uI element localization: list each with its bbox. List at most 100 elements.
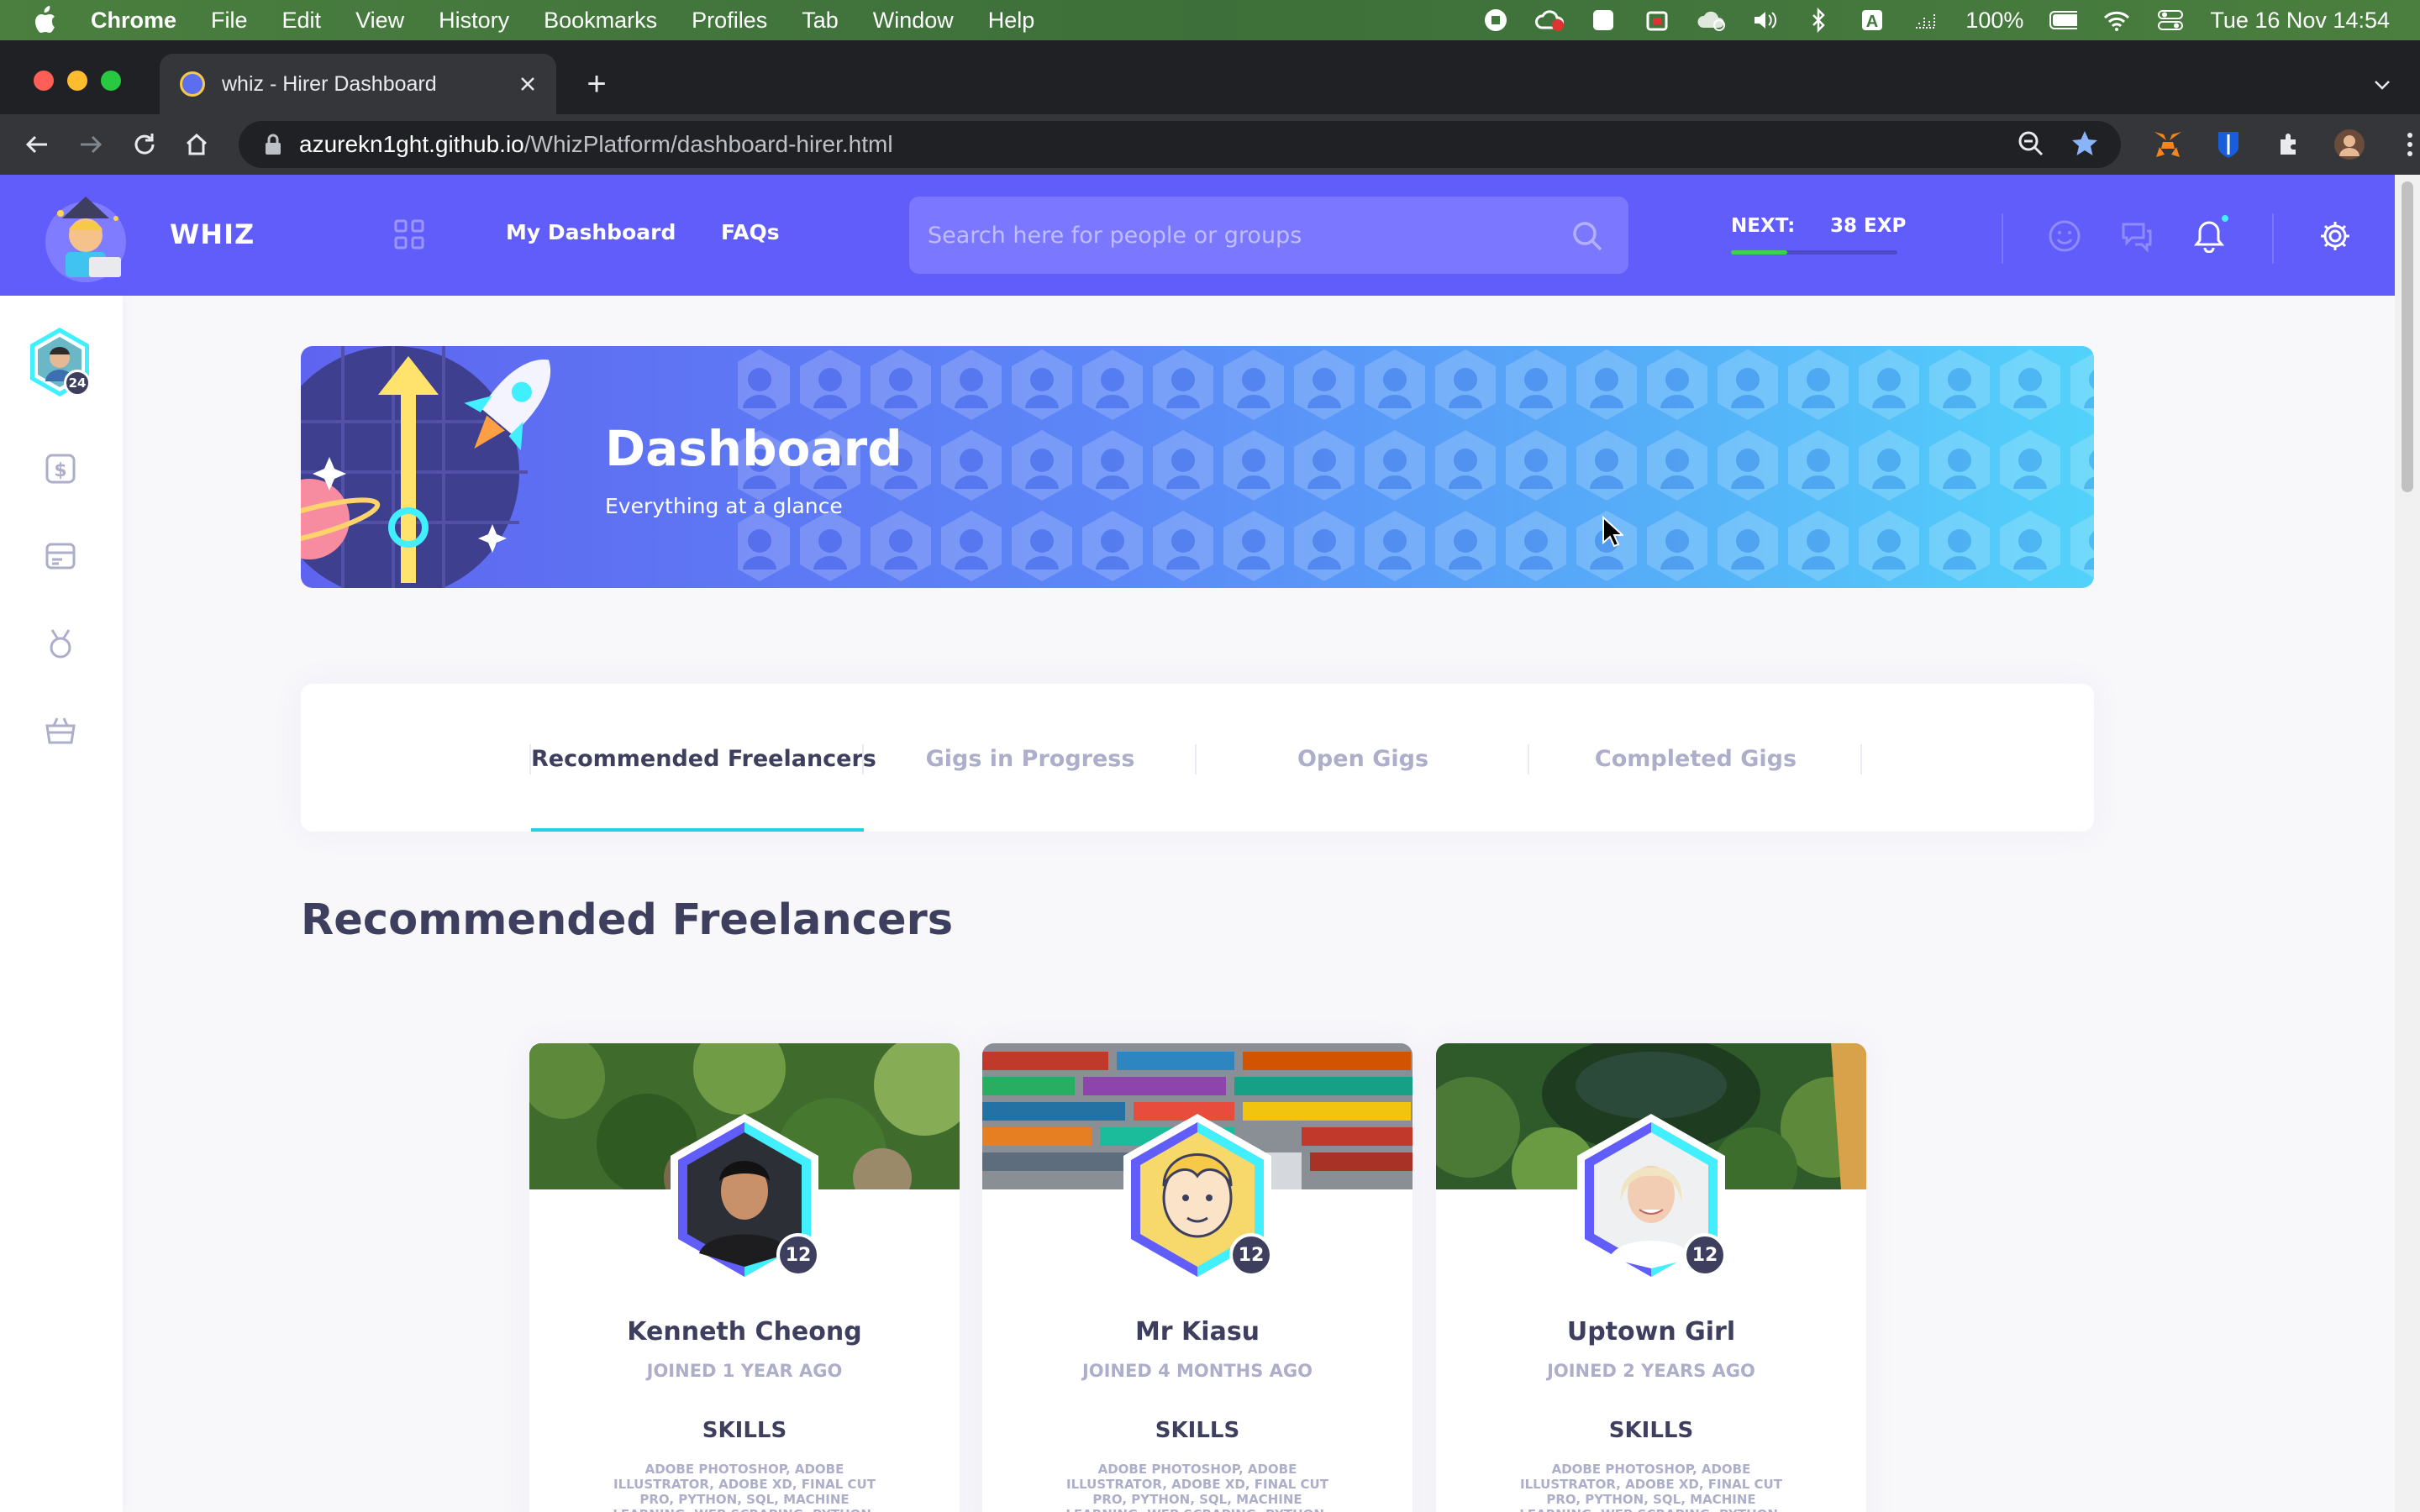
menu-help[interactable]: Help <box>988 8 1035 34</box>
skills-heading: SKILLS <box>702 1418 787 1443</box>
freelancer-name[interactable]: Uptown Girl <box>1436 1317 1866 1347</box>
messages-icon[interactable] <box>2119 218 2154 254</box>
extensions-puzzle-icon[interactable] <box>2272 128 2306 161</box>
lock-icon[interactable] <box>264 134 282 155</box>
menu-profiles[interactable]: Profiles <box>692 8 767 34</box>
input-source-icon[interactable]: A <box>1858 8 1886 33</box>
zoom-icon[interactable] <box>2017 129 2045 164</box>
freelancer-name[interactable]: Mr Kiasu <box>982 1317 1413 1347</box>
home-icon[interactable] <box>182 129 212 160</box>
back-icon[interactable] <box>22 129 52 160</box>
header-divider <box>2002 213 2003 264</box>
menu-chrome[interactable]: Chrome <box>91 8 176 34</box>
profile-avatar[interactable] <box>2333 128 2366 161</box>
menu-window[interactable]: Window <box>873 8 954 34</box>
joined-date: JOINED 2 YEARS AGO <box>1547 1361 1755 1381</box>
chrome-menu-icon[interactable] <box>2393 128 2420 161</box>
freelancer-card[interactable]: 12 Kenneth Cheong JOINED 1 YEAR AGO SKIL… <box>529 1043 960 1512</box>
activity-icon[interactable] <box>1912 8 1940 33</box>
svg-text:$: $ <box>54 460 66 481</box>
reload-icon[interactable] <box>129 129 160 160</box>
menu-tab[interactable]: Tab <box>802 8 839 34</box>
joined-date: JOINED 4 MONTHS AGO <box>1081 1361 1313 1381</box>
payments-icon[interactable]: $ <box>44 452 77 486</box>
rocket-illustration-icon <box>301 346 550 588</box>
fullscreen-window-button[interactable] <box>101 71 121 91</box>
freelancer-card[interactable]: 12 Uptown Girl JOINED 2 YEARS AGO SKILLS… <box>1436 1043 1866 1512</box>
header-divider <box>2272 213 2274 264</box>
forward-icon[interactable] <box>76 129 106 160</box>
menu-view[interactable]: View <box>355 8 404 34</box>
clock[interactable]: Tue 16 Nov 14:54 <box>2210 8 2390 34</box>
search-input[interactable] <box>928 197 1566 274</box>
notification-dot <box>2222 215 2228 222</box>
scrollbar-thumb[interactable] <box>2402 181 2413 492</box>
apple-icon[interactable] <box>32 6 57 34</box>
bluetooth-icon[interactable] <box>1804 8 1833 33</box>
freelancer-card[interactable]: 12 Mr Kiasu JOINED 4 MONTHS AGO SKILLS A… <box>982 1043 1413 1512</box>
level-badge: 12 <box>776 1233 820 1277</box>
tab-recommended-freelancers[interactable]: Recommended Freelancers <box>531 746 876 772</box>
active-tab-indicator <box>531 828 864 832</box>
control-center-icon[interactable] <box>2156 8 2185 33</box>
cloud-sync-icon[interactable] <box>1697 8 1726 33</box>
menu-file[interactable]: File <box>211 8 248 34</box>
grid-menu-icon[interactable] <box>393 218 425 250</box>
url-path: /WhizPlatform/dashboard-hirer.html <box>523 131 893 157</box>
close-tab-icon[interactable] <box>516 72 539 96</box>
mouse-cursor-icon <box>1602 516 1623 548</box>
volume-icon[interactable] <box>1750 8 1779 33</box>
wifi-icon[interactable] <box>2102 8 2131 33</box>
bookmark-star-icon[interactable] <box>2070 129 2099 164</box>
exp-label: NEXT: <box>1731 215 1796 237</box>
exp-progress-bar <box>1731 250 1897 255</box>
browser-tab[interactable]: whiz - Hirer Dashboard <box>160 54 556 114</box>
tab-completed-gigs[interactable]: Completed Gigs <box>1529 746 1862 772</box>
record-icon[interactable] <box>1481 8 1510 33</box>
banner-subtitle: Everything at a glance <box>605 494 843 518</box>
menu-history[interactable]: History <box>439 8 509 34</box>
tab-title: whiz - Hirer Dashboard <box>222 71 437 96</box>
cloud-off-icon[interactable] <box>1535 8 1565 33</box>
notifications-bell-icon[interactable] <box>2191 215 2228 254</box>
battery-percent: 100% <box>1965 7 2024 33</box>
exp-progress-fill <box>1731 250 1788 255</box>
url-host: azurekn1ght.github.io <box>299 131 524 157</box>
tab-open-gigs[interactable]: Open Gigs <box>1197 746 1529 772</box>
menu-bookmarks[interactable]: Bookmarks <box>544 8 657 34</box>
gigs-list-icon[interactable] <box>44 539 77 573</box>
freelancer-name[interactable]: Kenneth Cheong <box>529 1317 960 1347</box>
friends-icon[interactable] <box>2047 218 2082 254</box>
banner-title: Dashboard <box>605 420 902 477</box>
whiz-logo-icon[interactable] <box>37 193 134 284</box>
dashboard-tabs: Recommended Freelancers Gigs in Progress… <box>301 684 2094 832</box>
nav-my-dashboard[interactable]: My Dashboard <box>506 220 676 244</box>
brand-name[interactable]: WHIZ <box>170 218 255 250</box>
marketplace-basket-icon[interactable] <box>44 714 77 748</box>
app-icon[interactable] <box>1589 8 1618 33</box>
tab-search-icon[interactable] <box>2370 72 2395 97</box>
address-bar[interactable]: azurekn1ght.github.io/WhizPlatform/dashb… <box>239 121 2121 168</box>
calendar-icon[interactable] <box>1643 8 1671 33</box>
menu-edit[interactable]: Edit <box>282 8 322 34</box>
close-window-button[interactable] <box>34 71 54 91</box>
metamask-extension-icon[interactable] <box>2151 128 2185 161</box>
battery-icon[interactable] <box>2049 8 2078 33</box>
search-icon[interactable] <box>1571 220 1603 252</box>
skills-list: ADOBE PHOTOSHOP, ADOBE ILLUSTRATOR, ADOB… <box>1519 1462 1782 1512</box>
whiz-favicon-icon <box>180 71 205 97</box>
badges-medal-icon[interactable] <box>44 627 77 660</box>
skills-heading: SKILLS <box>1155 1418 1240 1443</box>
page-scrollbar[interactable] <box>2395 175 2420 1512</box>
tab-gigs-in-progress[interactable]: Gigs in Progress <box>864 746 1197 772</box>
svg-text:A: A <box>1866 13 1878 31</box>
site-header: WHIZ My Dashboard FAQs NEXT: 38 EXP <box>0 175 2395 296</box>
skills-heading: SKILLS <box>1608 1418 1694 1443</box>
new-tab-button[interactable]: + <box>580 67 613 101</box>
bitwarden-extension-icon[interactable] <box>2212 128 2245 161</box>
sidebar: 24 $ <box>0 296 123 1512</box>
settings-gear-icon[interactable] <box>2317 218 2353 254</box>
sidebar-level-badge: 24 <box>64 370 91 396</box>
minimize-window-button[interactable] <box>67 71 87 91</box>
nav-faqs[interactable]: FAQs <box>721 220 780 244</box>
